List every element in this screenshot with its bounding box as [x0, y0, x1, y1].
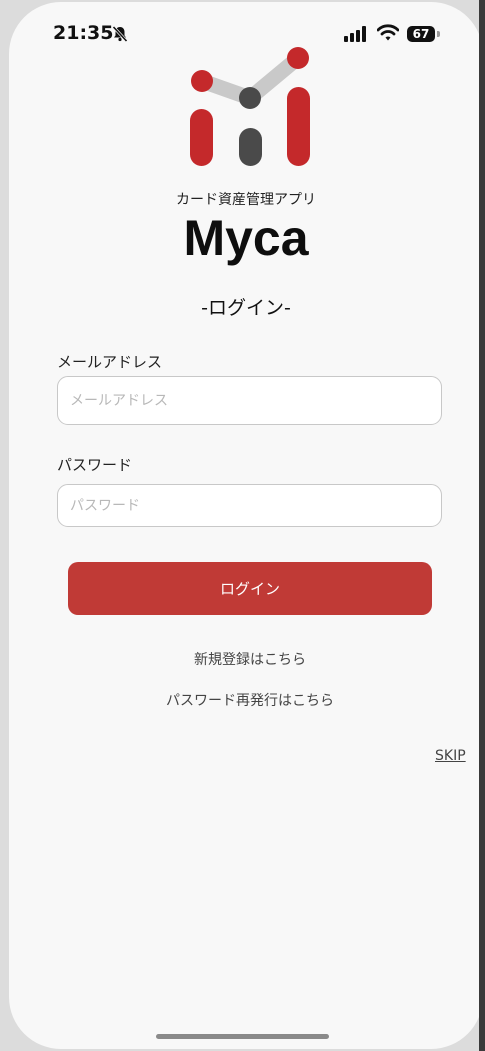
app-subtitle: カード資産管理アプリ — [176, 192, 316, 208]
battery-cap — [437, 31, 440, 37]
device-edge — [479, 0, 485, 1051]
myca-logo — [184, 44, 319, 170]
password-field[interactable] — [57, 484, 442, 527]
app-screen: 21:35 67 カード資産管理アプリ Myca -ログイン- メールアドレス … — [9, 2, 483, 1049]
password-label: パスワード — [57, 456, 133, 474]
skip-link[interactable]: SKIP — [435, 748, 466, 764]
cellular-signal-icon — [344, 26, 368, 46]
login-button[interactable]: ログイン — [68, 562, 432, 615]
status-time: 21:35 — [53, 22, 114, 44]
app-name: Myca — [183, 210, 309, 266]
reset-password-link[interactable]: パスワード再発行はこちら — [9, 690, 483, 710]
battery-icon: 67 — [407, 26, 435, 42]
device-frame: 21:35 67 カード資産管理アプリ Myca -ログイン- メールアドレス … — [0, 0, 485, 1051]
page-title: -ログイン- — [201, 297, 291, 319]
wifi-icon — [376, 24, 400, 46]
email-label: メールアドレス — [57, 353, 163, 371]
bell-slash-icon — [111, 25, 129, 43]
email-field[interactable] — [57, 376, 442, 425]
home-indicator[interactable] — [156, 1034, 329, 1039]
register-link[interactable]: 新規登録はこちら — [9, 649, 483, 669]
